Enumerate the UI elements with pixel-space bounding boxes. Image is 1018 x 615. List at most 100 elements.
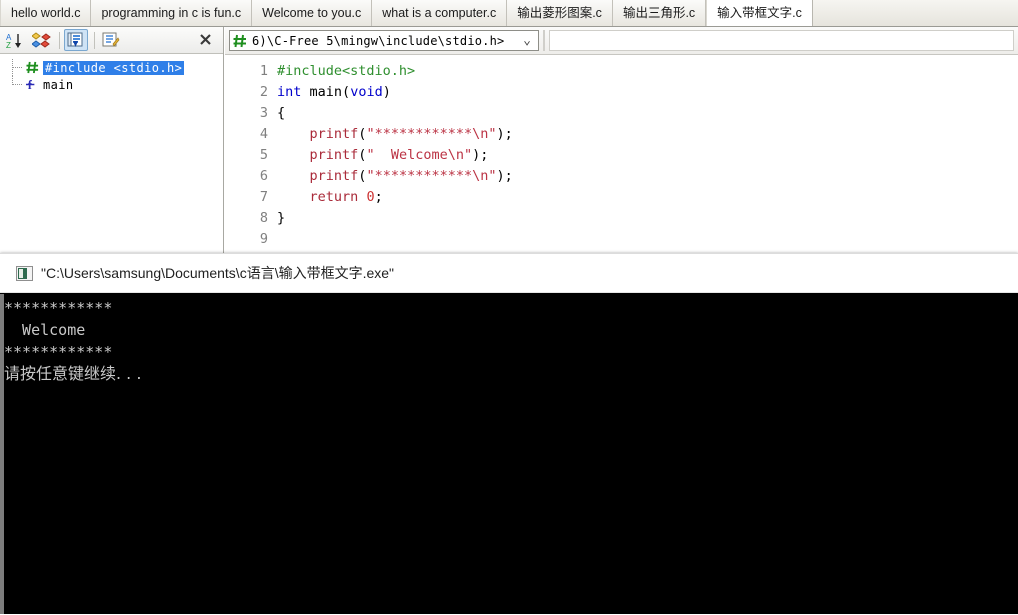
- close-panel-button[interactable]: [196, 30, 215, 49]
- editor-tab[interactable]: hello world.c: [0, 0, 92, 26]
- symbol-tree: #include <stdio.h>fmain: [0, 54, 223, 93]
- code-line: 3{: [225, 103, 1018, 124]
- line-number: 3: [259, 105, 268, 121]
- code-token: printf: [309, 147, 359, 163]
- code-token: return: [309, 189, 359, 205]
- function-icon: f: [24, 77, 40, 93]
- tab-bar-filler: [812, 0, 1018, 26]
- code-line-text: printf("************\n");: [277, 124, 1018, 145]
- hash-icon: [24, 60, 40, 76]
- console-title-text: "C:\Users\samsung\Documents\c语言\输入带框文字.e…: [41, 265, 395, 281]
- code-line: 4 printf("************\n");: [225, 124, 1018, 145]
- sort-alphabetical-glyph: A Z: [6, 33, 21, 49]
- code-token: int: [277, 84, 302, 100]
- line-number: 8: [259, 210, 268, 226]
- editor-toolbar: 6)\C-Free 5\mingw\include\stdio.h> ⌄: [225, 27, 1018, 55]
- code-token: "************\n": [366, 168, 497, 184]
- console-title-bar[interactable]: "C:\Users\samsung\Documents\c语言\输入带框文字.e…: [0, 253, 1018, 293]
- code-token: ): [382, 84, 391, 100]
- console-output[interactable]: ************ Welcome ************ 请按任意键继续.…: [0, 293, 1018, 614]
- code-token: main: [309, 84, 343, 100]
- code-token: }: [277, 210, 286, 226]
- console-window-icon: [16, 265, 33, 281]
- code-line-text: #include<stdio.h>: [277, 61, 1018, 82]
- show-outline-glyph: [67, 32, 83, 47]
- code-token: "************\n": [366, 126, 497, 142]
- symbol-explorer-toolbar: A Z: [0, 27, 223, 54]
- code-token: );: [472, 147, 489, 163]
- line-number: 2: [259, 84, 268, 100]
- code-line: 1 #include<stdio.h>: [225, 61, 1018, 82]
- group-shapes-glyph: [31, 31, 51, 48]
- scope-combobox-value: 6)\C-Free 5\mingw\include\stdio.h>: [252, 33, 505, 48]
- code-token: 0: [366, 189, 375, 205]
- editor-tab-label: 输出菱形图案.c: [517, 5, 602, 20]
- svg-text:Z: Z: [6, 41, 11, 49]
- editor-toolbar-filler: [549, 30, 1014, 51]
- code-token: " Welcome\n": [366, 147, 473, 163]
- toolbar-divider: [543, 30, 545, 51]
- editor-tab[interactable]: 输入带框文字.c: [706, 0, 813, 26]
- editor-tab-label: 输入带框文字.c: [717, 5, 802, 20]
- toolbar-separator-1: [59, 31, 60, 49]
- console-output-line: ************: [4, 299, 113, 317]
- code-token: void: [350, 84, 383, 100]
- editor-tab[interactable]: 输出菱形图案.c: [507, 0, 613, 26]
- editor-tab[interactable]: programming in c is fun.c: [91, 0, 253, 26]
- symbol-tree-item[interactable]: #include <stdio.h>: [0, 59, 223, 76]
- symbol-tree-item-label: main: [43, 77, 74, 92]
- scope-combobox[interactable]: 6)\C-Free 5\mingw\include\stdio.h> ⌄: [229, 30, 539, 51]
- tree-guide-line: [8, 76, 24, 93]
- code-token: {: [277, 105, 286, 121]
- code-token: );: [496, 168, 513, 184]
- symbol-tree-item[interactable]: fmain: [0, 76, 223, 93]
- editor-tab-bar: hello world.c programming in c is fun.c We…: [0, 0, 1018, 27]
- edit-list-glyph: [102, 32, 120, 47]
- code-line: 2 int main(void): [225, 82, 1018, 103]
- line-number: 4: [259, 126, 268, 142]
- edit-list-icon[interactable]: [99, 29, 123, 51]
- code-line: 6 printf("************\n");: [225, 166, 1018, 187]
- line-number: 1: [259, 63, 268, 79]
- editor-tab[interactable]: 输出三角形.c: [612, 0, 707, 26]
- line-number: 9: [259, 231, 268, 247]
- editor-tab[interactable]: Welcome to you.c: [252, 0, 373, 26]
- editor-tab-label: hello world.c: [11, 5, 81, 20]
- code-token: printf: [309, 126, 359, 142]
- console-output-line: ************: [4, 343, 113, 361]
- editor-tab-label: programming in c is fun.c: [101, 5, 242, 20]
- console-left-edge: [0, 294, 4, 614]
- hash-icon: [232, 33, 248, 49]
- code-token: ;: [374, 189, 383, 205]
- sort-alphabetical-icon[interactable]: A Z: [3, 29, 27, 51]
- symbol-tree-item-label: #include <stdio.h>: [43, 60, 185, 75]
- chevron-down-icon[interactable]: ⌄: [518, 34, 536, 47]
- code-line-text: printf("************\n");: [277, 166, 1018, 187]
- code-token: printf: [309, 168, 359, 184]
- editor-tab[interactable]: what is a computer.c: [372, 0, 508, 26]
- editor-tab-label: Welcome to you.c: [262, 5, 362, 20]
- code-token: );: [496, 126, 513, 142]
- show-outline-icon[interactable]: [64, 29, 88, 51]
- console-window-glyph: [16, 265, 33, 281]
- editor-tab-label: 输出三角形.c: [622, 5, 696, 20]
- code-token: #include<stdio.h>: [277, 63, 416, 79]
- code-line-text: int main(void): [277, 82, 1018, 103]
- code-line-text: printf(" Welcome\n");: [277, 145, 1018, 166]
- close-icon: [200, 34, 211, 45]
- code-line-text: return 0;: [277, 187, 1018, 208]
- toolbar-separator-2: [94, 31, 95, 49]
- editor-tab-label: what is a computer.c: [382, 5, 497, 20]
- code-token: (: [342, 84, 351, 100]
- code-line: 8}: [225, 208, 1018, 229]
- code-line: 7 return 0;: [225, 187, 1018, 208]
- group-shapes-icon[interactable]: [29, 29, 53, 51]
- code-line-text: {: [277, 103, 1018, 124]
- tree-guide-line: [8, 59, 24, 76]
